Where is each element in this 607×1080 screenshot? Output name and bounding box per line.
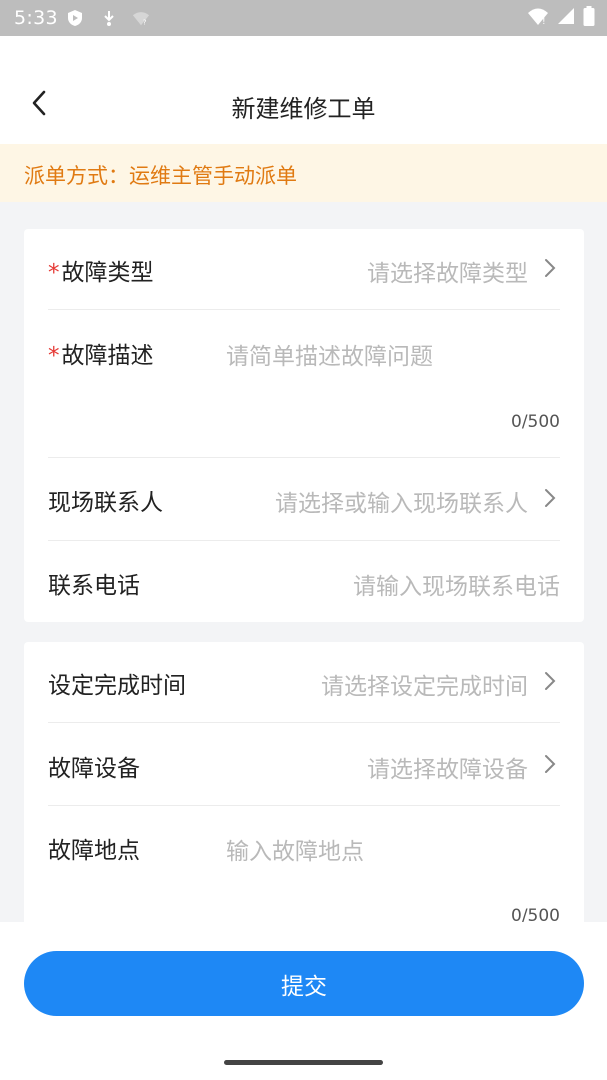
- finish-time-select[interactable]: 请选择设定完成时间: [321, 667, 528, 701]
- finish-time-label: 设定完成时间: [48, 673, 186, 699]
- bottom-action-bar: 提交: [0, 922, 607, 1080]
- status-bar: 5:33 ? !: [0, 0, 607, 36]
- dispatch-notice-text: 派单方式：运维主管手动派单: [24, 164, 297, 188]
- contact-person-label: 现场联系人: [48, 490, 163, 516]
- contact-person-row[interactable]: 现场联系人 请选择或输入现场联系人: [48, 458, 560, 540]
- fault-desc-textarea[interactable]: 请简单描述故障问题: [226, 337, 560, 417]
- svg-text:!: !: [542, 17, 546, 25]
- play-protect-icon: [66, 9, 84, 27]
- page-title: 新建维修工单: [231, 95, 376, 123]
- svg-text:?: ?: [143, 17, 147, 26]
- fault-device-row[interactable]: 故障设备 请选择故障设备: [48, 723, 560, 805]
- chevron-right-icon: [540, 669, 560, 693]
- form-section-basic: *故障类型 请选择故障类型 *故障描述 请简单描述故障问题 0/500 现场联系…: [24, 229, 584, 622]
- home-indicator[interactable]: [224, 1060, 383, 1065]
- wifi-icon: !: [527, 7, 549, 29]
- fault-type-label: *故障类型: [48, 260, 154, 286]
- wifi-question-icon: ?: [132, 9, 150, 27]
- fault-desc-row: *故障描述 请简单描述故障问题 0/500: [48, 310, 560, 457]
- contact-phone-input[interactable]: 请输入现场联系电话: [353, 567, 560, 601]
- required-mark: *: [48, 260, 60, 286]
- form-section-detail: 设定完成时间 请选择设定完成时间 故障设备 请选择故障设备 故障地点 输入故障地…: [24, 642, 584, 942]
- finish-time-row[interactable]: 设定完成时间 请选择设定完成时间: [48, 642, 560, 722]
- submit-button[interactable]: 提交: [24, 951, 584, 1016]
- fault-location-label: 故障地点: [48, 838, 140, 864]
- chevron-right-icon: [540, 256, 560, 280]
- fault-type-row[interactable]: *故障类型 请选择故障类型: [48, 229, 560, 309]
- fault-device-label: 故障设备: [48, 756, 140, 782]
- fault-location-textarea[interactable]: 输入故障地点: [226, 832, 560, 902]
- contact-person-input[interactable]: 请选择或输入现场联系人: [275, 484, 528, 518]
- fault-desc-counter: 0/500: [511, 412, 560, 432]
- status-time: 5:33: [14, 7, 58, 29]
- fault-device-select[interactable]: 请选择故障设备: [367, 750, 528, 784]
- signal-icon: [557, 7, 575, 29]
- app-header: 新建维修工单: [0, 36, 607, 144]
- battery-icon: [583, 6, 595, 30]
- fault-type-select[interactable]: 请选择故障类型: [367, 254, 528, 288]
- chevron-right-icon: [540, 486, 560, 510]
- required-mark: *: [48, 343, 60, 369]
- contact-phone-row: 联系电话 请输入现场联系电话: [48, 541, 560, 622]
- contact-phone-label: 联系电话: [48, 573, 140, 599]
- chevron-right-icon: [540, 752, 560, 776]
- download-icon: [100, 9, 118, 27]
- dispatch-notice: 派单方式：运维主管手动派单: [0, 144, 607, 202]
- fault-desc-label: *故障描述: [48, 343, 154, 369]
